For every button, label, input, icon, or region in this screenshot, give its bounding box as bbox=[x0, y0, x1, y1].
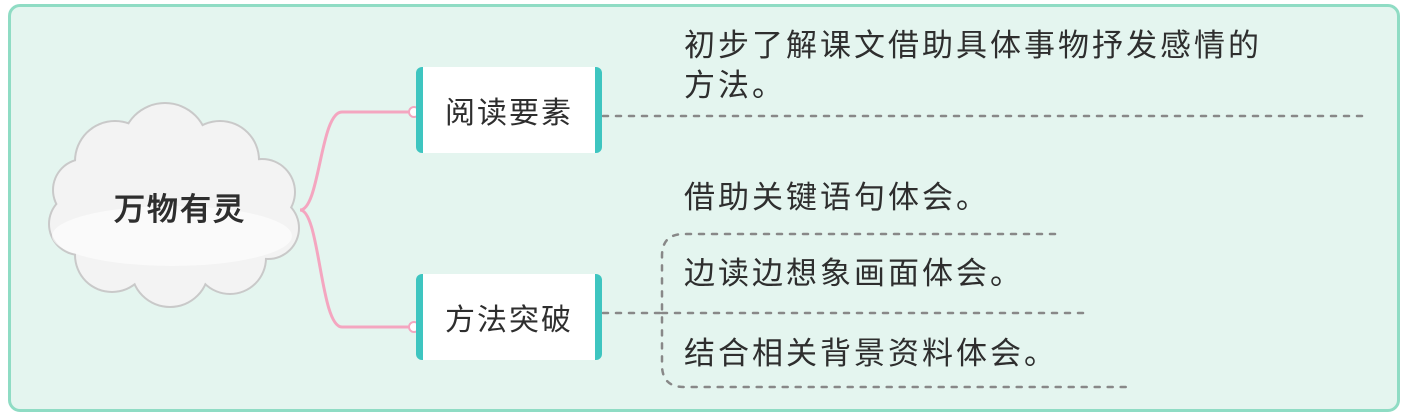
leaf-line: 借助关键语句体会。 bbox=[684, 180, 990, 216]
root-node[interactable]: 万物有灵 bbox=[80, 188, 280, 232]
leaf-line: 边读边想象画面体会。 bbox=[684, 256, 1024, 292]
leaf-line: 结合相关背景资料体会。 bbox=[684, 336, 1058, 372]
topic-reading-elements[interactable]: 阅读要素 bbox=[416, 67, 602, 153]
topic-method-breakthrough[interactable]: 方法突破 bbox=[416, 274, 602, 360]
leaf-item[interactable]: 初步了解课文借助具体事物抒发感情的 方法。 bbox=[684, 26, 1262, 106]
leaf-item[interactable]: 结合相关背景资料体会。 bbox=[684, 334, 1058, 374]
leaf-item[interactable]: 借助关键语句体会。 bbox=[684, 178, 990, 218]
leaf-line: 方法。 bbox=[684, 68, 786, 104]
leaf-item[interactable]: 边读边想象画面体会。 bbox=[684, 254, 1024, 294]
leaf-line: 初步了解课文借助具体事物抒发感情的 bbox=[684, 28, 1262, 64]
branch-connectors bbox=[299, 110, 413, 329]
